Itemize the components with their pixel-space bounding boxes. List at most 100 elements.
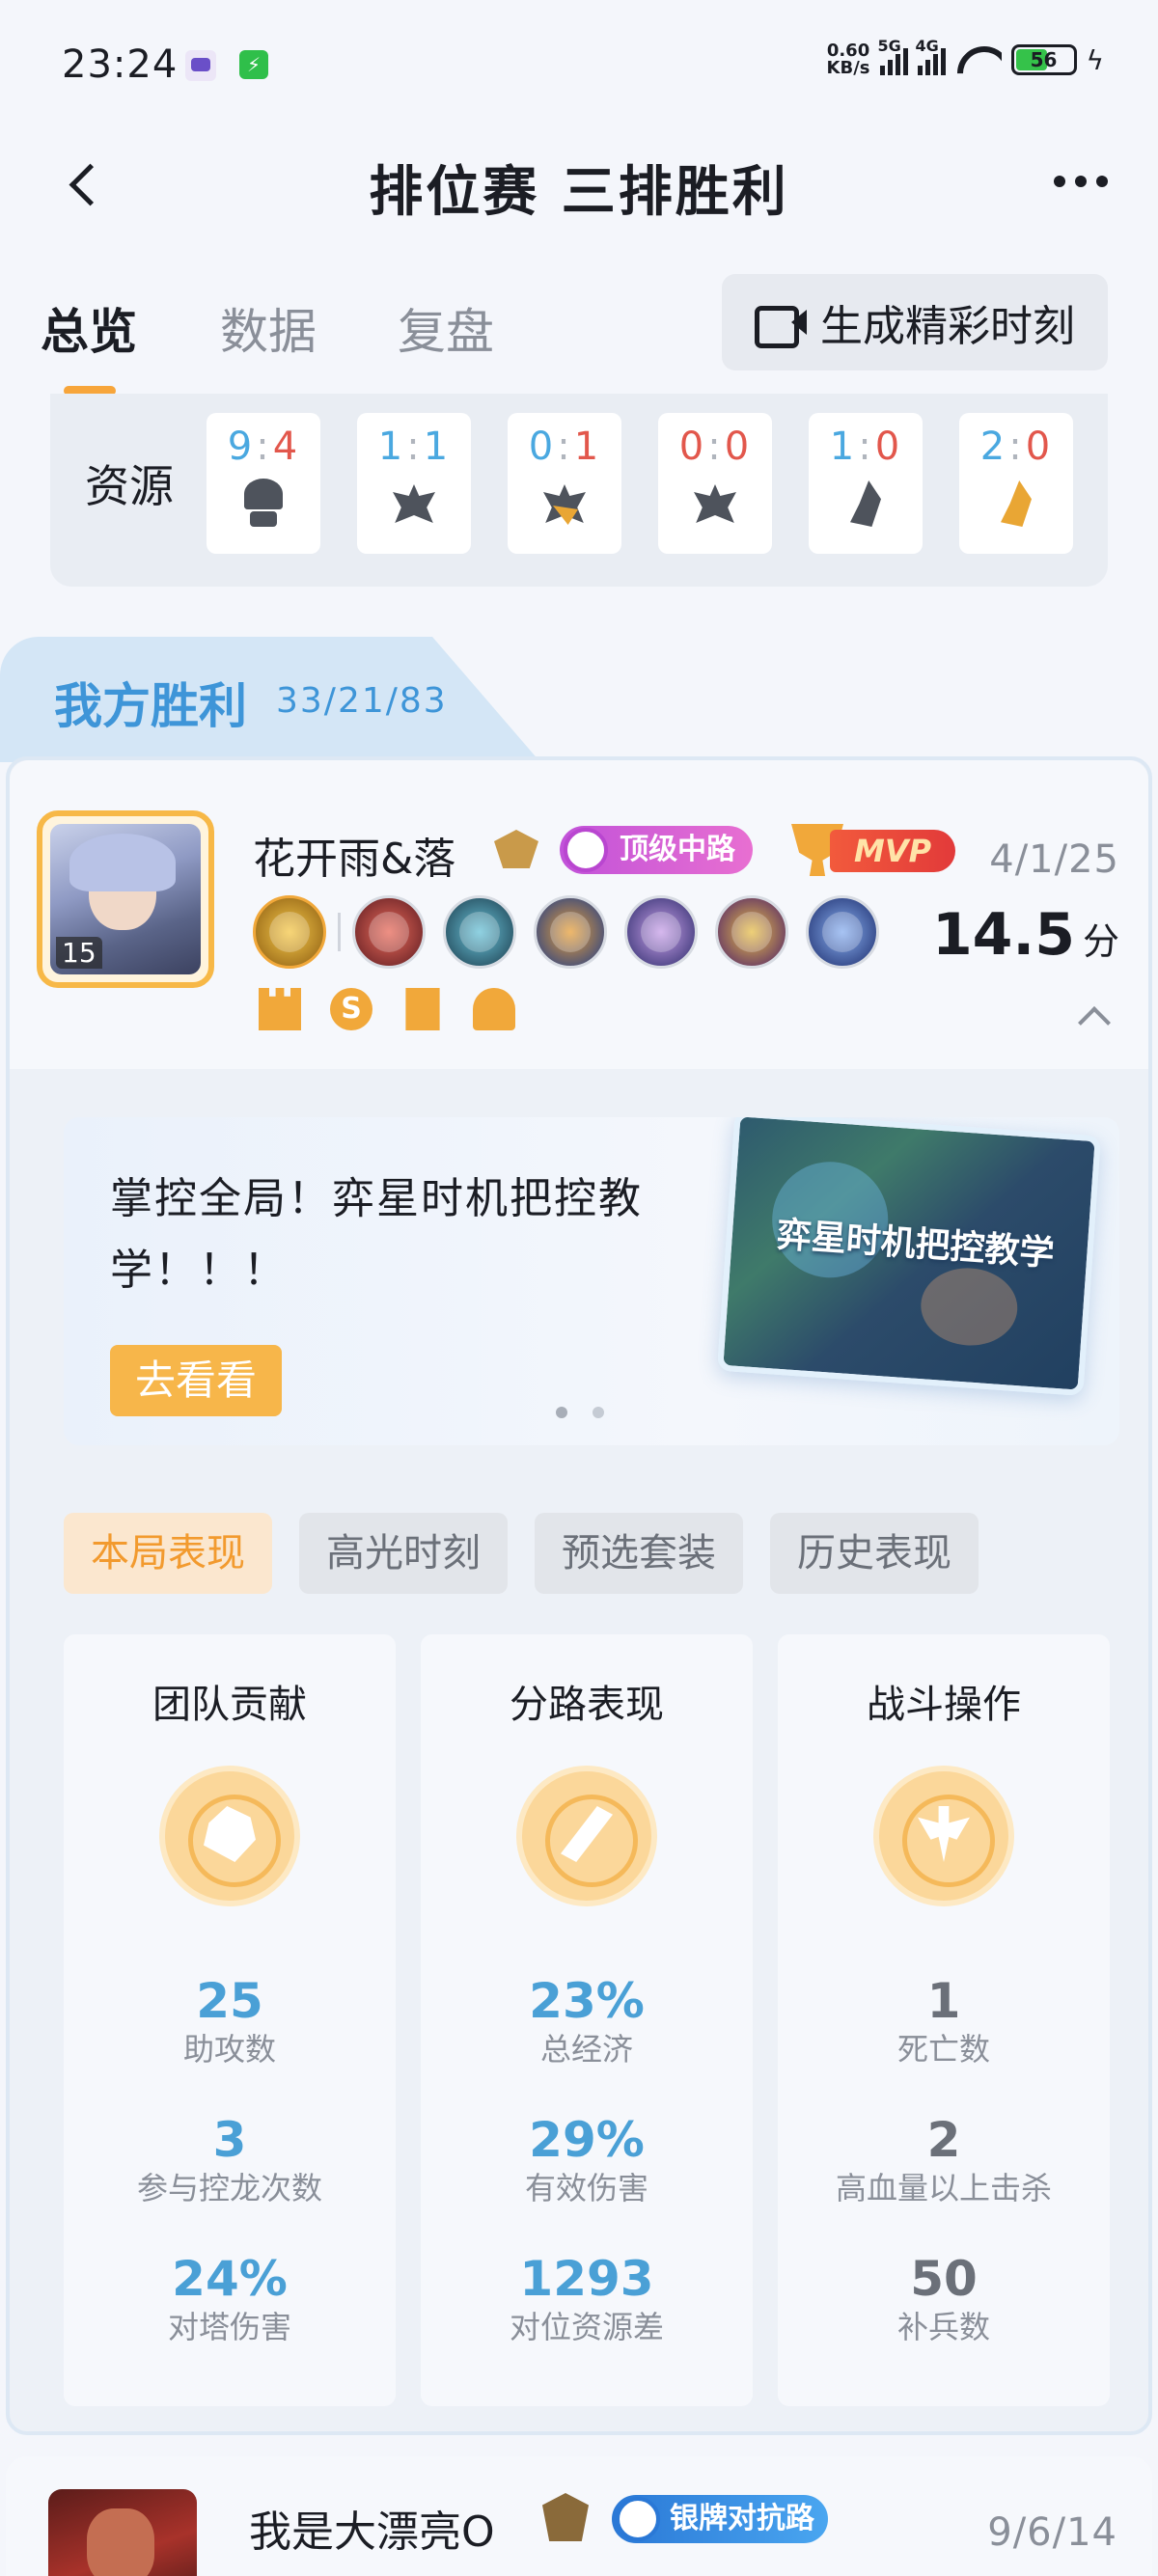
performance-tabs: 本局表现 高光时刻 预选套装 历史表现 xyxy=(64,1513,979,1594)
item-5-icon[interactable] xyxy=(715,895,788,969)
resource-golden-dragon: 0:1 xyxy=(508,413,621,554)
player-name: 花开雨&落 xyxy=(253,835,456,884)
role-tag-icon xyxy=(564,828,608,872)
item-6-icon[interactable] xyxy=(806,895,879,969)
carousel-dots xyxy=(556,1407,604,1418)
generate-highlight-button[interactable]: 生成精彩时刻 xyxy=(722,274,1108,370)
s-medal-icon: S xyxy=(330,988,372,1030)
stat-item: 1293 对位资源差 xyxy=(509,2251,664,2345)
resource-flame: 1:0 xyxy=(809,413,923,554)
tab-history[interactable]: 历史表现 xyxy=(770,1513,979,1594)
player-kda: 4/1/25 xyxy=(989,837,1119,882)
resource-dragon: 1:1 xyxy=(357,413,471,554)
lane-icon xyxy=(516,1766,657,1906)
player-kda: 9/6/14 xyxy=(987,2510,1117,2555)
network-speed: 0.60 KB/s xyxy=(826,41,870,78)
page-title: 排位赛 三排胜利 xyxy=(369,161,789,224)
generate-highlight-label: 生成精彩时刻 xyxy=(820,302,1075,351)
stat-item: 50 补兵数 xyxy=(896,2251,990,2345)
role-tag: 银牌对抗路 xyxy=(612,2495,828,2543)
player-name: 我是大漂亮O xyxy=(249,2507,495,2557)
tab-replay[interactable]: 复盘 xyxy=(398,293,494,363)
item-3-icon[interactable] xyxy=(534,895,607,969)
stat-item: 29% 有效伤害 xyxy=(524,2112,648,2206)
achievement-medals: S xyxy=(259,988,515,1030)
app-header: 排位赛 三排胜利 xyxy=(0,125,1158,241)
sword-icon xyxy=(873,1766,1014,1906)
stat-card-title: 分路表现 xyxy=(510,1683,664,1727)
hero-level: 15 xyxy=(56,937,102,969)
golden-dragon-icon xyxy=(539,479,590,529)
resource-tower: 9:4 xyxy=(207,413,320,554)
battery-saver-icon: ⚡ xyxy=(239,50,268,79)
tower-icon xyxy=(238,479,289,529)
promo-banner[interactable]: 掌控全局！弈星时机把控教学！！！ 去看看 弈星时机把控教学 xyxy=(64,1117,1119,1445)
stat-item: 3 参与控龙次数 xyxy=(136,2112,322,2206)
promo-thumbnail[interactable]: 弈星时机把控教学 xyxy=(717,1117,1101,1396)
item-4-icon[interactable] xyxy=(624,895,698,969)
tab-highlights[interactable]: 高光时刻 xyxy=(299,1513,508,1594)
resource-dark-dragon: 0:0 xyxy=(658,413,772,554)
divider xyxy=(338,913,341,951)
status-indicators: 0.60 KB/s 5G 4G 56 ϟ xyxy=(826,37,1104,78)
promo-thumbnail-caption: 弈星时机把控教学 xyxy=(775,1215,1056,1274)
dark-dragon-icon xyxy=(690,479,740,529)
tab-overview[interactable]: 总览 xyxy=(41,293,137,363)
promo-title: 掌控全局！弈星时机把控教学！！！ xyxy=(110,1174,643,1295)
wifi-icon xyxy=(955,42,1002,77)
tab-bar: 总览 数据 复盘 生成精彩时刻 xyxy=(0,274,1158,399)
tab-preset-builds[interactable]: 预选套装 xyxy=(535,1513,743,1594)
status-bar: 23:24 ⚡ 0.60 KB/s 5G 4G 56 ϟ xyxy=(0,0,1158,125)
video-camera-icon xyxy=(755,304,807,348)
resources-panel: 资源 9:4 1:1 0:1 0:0 1:0 2:0 xyxy=(50,394,1108,587)
helmet-medal-icon xyxy=(473,988,515,1030)
equipment-row xyxy=(253,895,879,969)
tab-data[interactable]: 数据 xyxy=(220,293,317,363)
role-tag: 顶级中路 xyxy=(560,826,753,874)
hero-avatar[interactable]: 15 xyxy=(37,810,214,988)
team-result-label: 我方胜利 xyxy=(54,678,247,734)
handshake-icon xyxy=(159,1766,300,1906)
item-2-icon[interactable] xyxy=(443,895,516,969)
more-icon[interactable] xyxy=(1054,176,1108,187)
promo-view-button[interactable]: 去看看 xyxy=(110,1345,283,1416)
player-summary[interactable]: 15 花开雨&落 顶级中路 MVP 4/1/25 14.5 分 S xyxy=(10,760,1148,1069)
stat-item: 1 死亡数 xyxy=(896,1973,990,2068)
resource-golden-flame: 2:0 xyxy=(959,413,1073,554)
stat-card-lane-performance: 分路表现 23% 总经济 29% 有效伤害 1293 对位资源差 xyxy=(421,1634,753,2406)
item-1-icon[interactable] xyxy=(352,895,426,969)
team-kda: 33/21/83 xyxy=(276,681,448,721)
player-card: 15 花开雨&落 顶级中路 MVP 4/1/25 14.5 分 S 掌控全局！弈… xyxy=(6,756,1152,2435)
hero-avatar[interactable] xyxy=(48,2489,197,2576)
signal-4g-icon: 4G xyxy=(916,37,946,75)
status-time: 23:24 xyxy=(62,42,179,87)
stat-card-title: 战斗操作 xyxy=(867,1683,1021,1727)
tower-medal-icon xyxy=(259,988,301,1030)
dragon-icon xyxy=(389,479,439,529)
golden-flame-icon xyxy=(991,479,1041,529)
tab-current-performance[interactable]: 本局表现 xyxy=(64,1513,272,1594)
battery-icon: 56 xyxy=(1010,44,1077,75)
stat-item: 23% 总经济 xyxy=(529,1973,645,2068)
mvp-badge: MVP xyxy=(791,824,955,876)
stat-item: 2 高血量以上击杀 xyxy=(835,2112,1052,2206)
stat-item: 25 助攻数 xyxy=(182,1973,276,2068)
player-score: 14.5 分 xyxy=(931,901,1119,969)
stats-grid: 团队贡献 25 助攻数 3 参与控龙次数 24% 对塔伤害 分路表现 23% 总… xyxy=(64,1634,1110,2406)
flame-icon xyxy=(841,479,891,529)
player-card-2[interactable]: 我是大漂亮O 银牌对抗路 9/6/14 xyxy=(6,2456,1152,2576)
stat-card-team-contribution: 团队贡献 25 助攻数 3 参与控龙次数 24% 对塔伤害 xyxy=(64,1634,396,2406)
gate-medal-icon xyxy=(405,988,440,1030)
app-notification-icon xyxy=(185,50,216,81)
stat-card-combat: 战斗操作 1 死亡数 2 高血量以上击杀 50 补兵数 xyxy=(778,1634,1110,2406)
summoner-spell-icon[interactable] xyxy=(253,895,326,969)
rank-badge-icon xyxy=(486,824,546,874)
signal-5g-icon: 5G xyxy=(878,37,908,75)
charging-icon: ϟ xyxy=(1086,43,1104,76)
rank-badge-icon xyxy=(538,2491,593,2545)
role-tag-icon xyxy=(616,2497,660,2541)
stat-card-title: 团队贡献 xyxy=(152,1683,307,1727)
stat-item: 24% 对塔伤害 xyxy=(167,2251,291,2345)
resources-label: 资源 xyxy=(85,460,174,512)
chevron-up-icon[interactable] xyxy=(1079,1001,1108,1030)
